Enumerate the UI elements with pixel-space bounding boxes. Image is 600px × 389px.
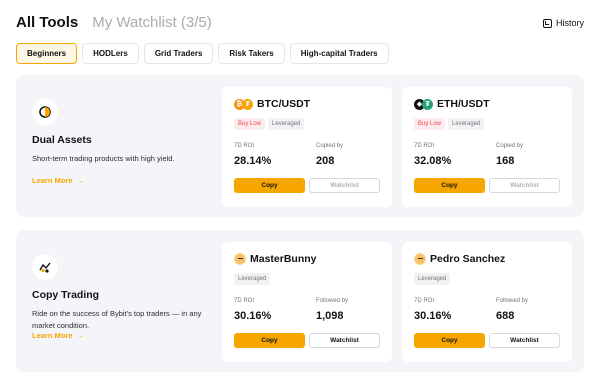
card-title: BTC/USDT bbox=[257, 98, 311, 110]
product-card-eth-usdt: ◆ ₮ ETH/USDT Buy Low Leveraged 7D ROI 32… bbox=[402, 87, 572, 207]
usdt-coin-icon: ₮ bbox=[242, 98, 253, 110]
copied-by-label: Copied by bbox=[316, 143, 344, 149]
followed-by-value: 688 bbox=[496, 310, 515, 322]
copy-button[interactable]: Copy bbox=[234, 178, 305, 193]
learn-more-label: Learn More bbox=[32, 331, 73, 340]
leveraged-badge: Leveraged bbox=[448, 118, 485, 130]
page-header: All Tools My Watchlist (3/5) bbox=[16, 14, 212, 31]
usdt-coin-icon: ₮ bbox=[422, 98, 433, 110]
watchlist-button[interactable]: Watchlist bbox=[489, 333, 560, 348]
avatar bbox=[414, 253, 426, 265]
copy-button[interactable]: Copy bbox=[414, 333, 485, 348]
buy-low-badge: Buy Low bbox=[234, 118, 266, 130]
buy-low-badge: Buy Low bbox=[414, 118, 446, 130]
section-description: Ride on the success of Bybit's top trade… bbox=[32, 309, 202, 330]
leveraged-badge: Leveraged bbox=[414, 273, 451, 285]
card-title: ETH/USDT bbox=[437, 98, 490, 110]
roi-value: 28.14% bbox=[234, 155, 272, 167]
tab-hodlers[interactable]: HODLers bbox=[82, 43, 139, 64]
dual-assets-icon bbox=[32, 99, 58, 125]
learn-more-label: Learn More bbox=[32, 176, 73, 185]
avatar bbox=[234, 253, 246, 265]
card-title: Pedro Sanchez bbox=[430, 253, 506, 265]
roi-label: 7D ROI bbox=[234, 143, 255, 149]
leveraged-badge: Leveraged bbox=[234, 273, 271, 285]
category-tabs: Beginners HODLers Grid Traders Risk Take… bbox=[16, 43, 389, 64]
learn-more-link[interactable]: Learn More → bbox=[32, 331, 84, 340]
card-title: MasterBunny bbox=[250, 253, 317, 265]
product-card-btc-usdt: ₿ ₮ BTC/USDT Buy Low Leveraged 7D ROI 28… bbox=[222, 87, 392, 207]
watchlist-button[interactable]: Watchlist bbox=[309, 333, 380, 348]
tab-risk-takers[interactable]: Risk Takers bbox=[218, 43, 285, 64]
copy-button[interactable]: Copy bbox=[414, 178, 485, 193]
copy-button[interactable]: Copy bbox=[234, 333, 305, 348]
followed-by-label: Followed by bbox=[316, 298, 349, 304]
copied-by-value: 208 bbox=[316, 155, 335, 167]
section-title: Copy Trading bbox=[32, 289, 100, 301]
section-dual-assets: Dual Assets Short-term trading products … bbox=[16, 75, 584, 217]
roi-value: 30.16% bbox=[234, 310, 272, 322]
learn-more-link[interactable]: Learn More → bbox=[32, 176, 84, 185]
tab-high-capital-traders[interactable]: High-capital Traders bbox=[289, 43, 389, 64]
eth-usdt-pair-icon: ◆ ₮ bbox=[414, 98, 433, 110]
roi-label: 7D ROI bbox=[414, 298, 435, 304]
followed-by-value: 1,098 bbox=[316, 310, 344, 322]
roi-value: 32.08% bbox=[414, 155, 452, 167]
history-button[interactable]: History bbox=[542, 18, 584, 28]
tab-my-watchlist[interactable]: My Watchlist (3/5) bbox=[92, 14, 211, 31]
roi-value: 30.16% bbox=[414, 310, 452, 322]
tab-beginners[interactable]: Beginners bbox=[16, 43, 78, 64]
leveraged-badge: Leveraged bbox=[268, 118, 305, 130]
history-label: History bbox=[555, 18, 584, 28]
tab-all-tools[interactable]: All Tools bbox=[16, 14, 78, 31]
copied-by-label: Copied by bbox=[496, 143, 524, 149]
tab-grid-traders[interactable]: Grid Traders bbox=[143, 43, 214, 64]
trader-card-pedro-sanchez: Pedro Sanchez Leveraged 7D ROI 30.16% Fo… bbox=[402, 242, 572, 362]
section-title: Dual Assets bbox=[32, 134, 92, 146]
arrow-right-icon: → bbox=[76, 176, 84, 185]
btc-usdt-pair-icon: ₿ ₮ bbox=[234, 98, 253, 110]
watchlist-button[interactable]: Watchlist bbox=[309, 178, 380, 193]
roi-label: 7D ROI bbox=[414, 143, 435, 149]
trader-card-masterbunny: MasterBunny Leveraged 7D ROI 30.16% Foll… bbox=[222, 242, 392, 362]
section-description: Short-term trading products with high yi… bbox=[32, 154, 175, 163]
watchlist-button[interactable]: Watchlist bbox=[489, 178, 560, 193]
followed-by-label: Followed by bbox=[496, 298, 529, 304]
section-copy-trading: Copy Trading Ride on the success of Bybi… bbox=[16, 230, 584, 372]
copied-by-value: 168 bbox=[496, 155, 515, 167]
copy-trading-icon bbox=[32, 254, 58, 280]
history-icon bbox=[542, 18, 552, 28]
roi-label: 7D ROI bbox=[234, 298, 255, 304]
arrow-right-icon: → bbox=[76, 331, 84, 340]
